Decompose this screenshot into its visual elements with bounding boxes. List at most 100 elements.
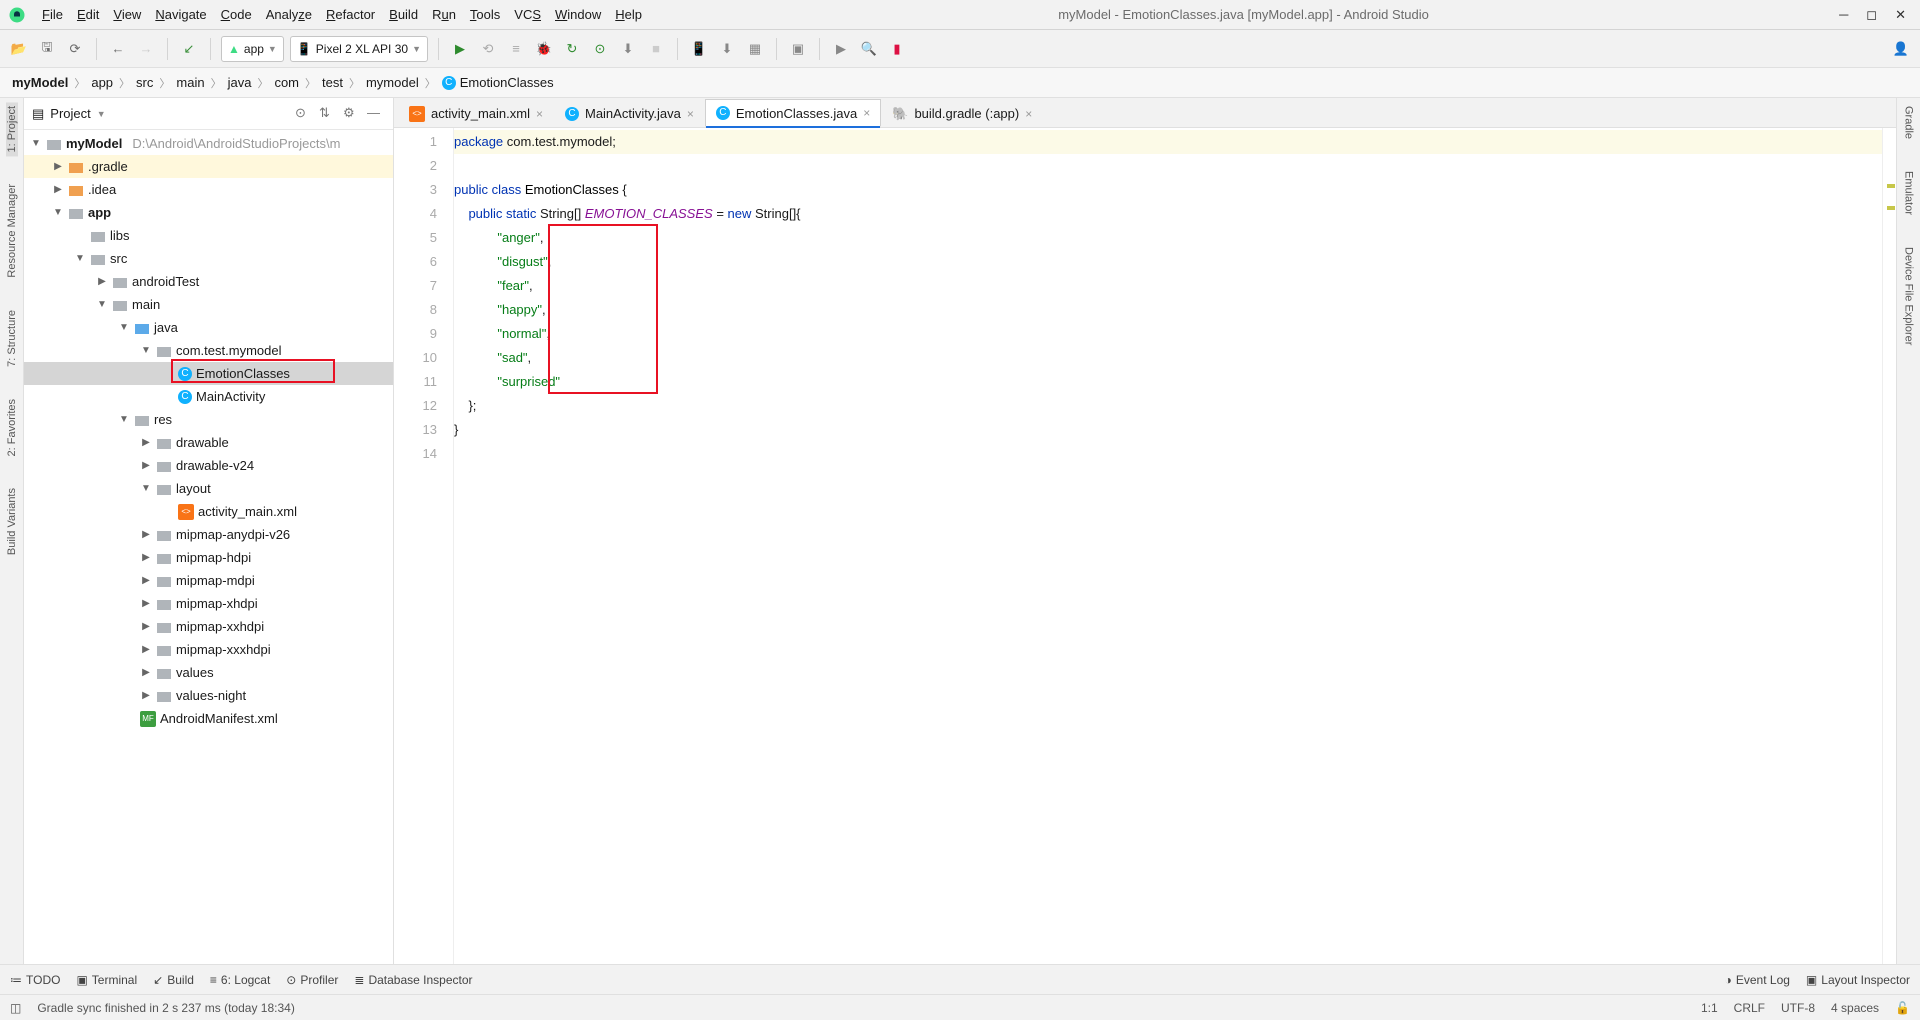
tree-mipmap-hdpi[interactable]: ▶mipmap-hdpi: [24, 546, 393, 569]
profile-icon[interactable]: ⊙: [589, 38, 611, 60]
back-icon[interactable]: ←: [107, 38, 129, 60]
tree-activity-main-xml[interactable]: <>activity_main.xml: [24, 500, 393, 523]
tree-java[interactable]: ▼java: [24, 316, 393, 339]
stop-icon[interactable]: ■: [645, 38, 667, 60]
tree-emotionclasses[interactable]: CEmotionClasses: [24, 362, 393, 385]
tab-mainactivity[interactable]: CMainActivity.java×: [554, 99, 705, 127]
crumb-app[interactable]: app: [91, 75, 113, 90]
project-tree[interactable]: ▼ myModel D:\Android\AndroidStudioProjec…: [24, 130, 393, 964]
tree-gradle[interactable]: ▶.gradle: [24, 155, 393, 178]
tree-root[interactable]: ▼ myModel D:\Android\AndroidStudioProjec…: [24, 132, 393, 155]
tree-drawable-v24[interactable]: ▶drawable-v24: [24, 454, 393, 477]
crumb-main[interactable]: main: [176, 75, 204, 90]
tool-structure[interactable]: 7: Structure: [6, 306, 18, 371]
crumb-root[interactable]: myModel: [12, 75, 68, 90]
menu-navigate[interactable]: Navigate: [149, 5, 212, 24]
tree-main[interactable]: ▼main: [24, 293, 393, 316]
status-indent[interactable]: 4 spaces: [1831, 1001, 1879, 1015]
tab-activity-main[interactable]: <>activity_main.xml×: [398, 99, 554, 127]
tree-manifest[interactable]: MFAndroidManifest.xml: [24, 707, 393, 730]
tool-build-variants[interactable]: Build Variants: [6, 484, 18, 559]
sync-icon[interactable]: ⟳: [64, 38, 86, 60]
tree-idea[interactable]: ▶.idea: [24, 178, 393, 201]
menu-vcs[interactable]: VCS: [508, 5, 547, 24]
code-editor[interactable]: package com.test.mymodel; public class E…: [454, 128, 1882, 964]
select-opened-file-icon[interactable]: ⊙: [295, 105, 313, 123]
menu-file[interactable]: File: [36, 5, 69, 24]
menu-code[interactable]: Code: [215, 5, 258, 24]
tool-profiler[interactable]: ⊙ Profiler: [286, 973, 338, 987]
attach-debugger-icon[interactable]: ⬇: [617, 38, 639, 60]
tree-package[interactable]: ▼com.test.mymodel: [24, 339, 393, 362]
tool-resource-manager[interactable]: Resource Manager: [6, 180, 18, 282]
dropdown-icon[interactable]: ▼: [97, 109, 106, 119]
menu-help[interactable]: Help: [609, 5, 648, 24]
crumb-com[interactable]: com: [274, 75, 299, 90]
apply-changes-icon[interactable]: ⟲: [477, 38, 499, 60]
user-icon[interactable]: 👤: [1890, 38, 1912, 60]
menu-refactor[interactable]: Refactor: [320, 5, 381, 24]
maximize-icon[interactable]: ◻: [1866, 7, 1877, 23]
crumb-class[interactable]: EmotionClasses: [460, 75, 554, 90]
settings-gear-icon[interactable]: ⚙: [343, 105, 361, 123]
tree-values-night[interactable]: ▶values-night: [24, 684, 393, 707]
tree-res[interactable]: ▼res: [24, 408, 393, 431]
tool-emulator[interactable]: Emulator: [1903, 167, 1915, 219]
status-visibility-icon[interactable]: ◫: [10, 1001, 21, 1015]
close-tab-icon[interactable]: ×: [1025, 107, 1032, 121]
tool-layout-inspector[interactable]: ▣ Layout Inspector: [1806, 973, 1910, 987]
tree-androidtest[interactable]: ▶androidTest: [24, 270, 393, 293]
tree-app[interactable]: ▼app: [24, 201, 393, 224]
menu-window[interactable]: Window: [549, 5, 607, 24]
crumb-test[interactable]: test: [322, 75, 343, 90]
tab-emotionclasses[interactable]: CEmotionClasses.java×: [705, 99, 881, 127]
crumb-mymodel[interactable]: mymodel: [366, 75, 419, 90]
close-tab-icon[interactable]: ×: [863, 106, 870, 120]
menu-build[interactable]: Build: [383, 5, 424, 24]
tree-mipmap-xxxhdpi[interactable]: ▶mipmap-xxxhdpi: [24, 638, 393, 661]
status-encoding[interactable]: UTF-8: [1781, 1001, 1815, 1015]
expand-all-icon[interactable]: ⇅: [319, 105, 337, 123]
crumb-java[interactable]: java: [228, 75, 252, 90]
status-caret-position[interactable]: 1:1: [1701, 1001, 1718, 1015]
forward-icon[interactable]: →: [135, 38, 157, 60]
layout-inspector-icon[interactable]: ▣: [787, 38, 809, 60]
minimize-icon[interactable]: ─: [1839, 7, 1848, 23]
tree-layout[interactable]: ▼layout: [24, 477, 393, 500]
tool-project[interactable]: 1: Project: [6, 102, 18, 156]
search-everywhere-icon[interactable]: 🔍: [858, 38, 880, 60]
status-line-separator[interactable]: CRLF: [1734, 1001, 1765, 1015]
debug-icon[interactable]: 🐞: [533, 38, 555, 60]
app-inspection-icon[interactable]: ▶: [830, 38, 852, 60]
menu-tools[interactable]: Tools: [464, 5, 506, 24]
close-tab-icon[interactable]: ×: [687, 107, 694, 121]
run-config-combo[interactable]: ▲ app ▼: [221, 36, 284, 62]
tool-db-inspector[interactable]: ≣ Database Inspector: [354, 973, 472, 987]
menu-analyze[interactable]: Analyze: [260, 5, 318, 24]
tree-src[interactable]: ▼src: [24, 247, 393, 270]
ide-errors-icon[interactable]: ▮: [886, 38, 908, 60]
tool-favorites[interactable]: 2: Favorites: [6, 395, 18, 460]
tool-device-file-explorer[interactable]: Device File Explorer: [1903, 243, 1915, 349]
resource-manager-icon[interactable]: ▦: [744, 38, 766, 60]
menu-edit[interactable]: Edit: [71, 5, 105, 24]
hide-panel-icon[interactable]: —: [367, 105, 385, 123]
tree-mipmap-anydpi[interactable]: ▶mipmap-anydpi-v26: [24, 523, 393, 546]
tree-values[interactable]: ▶values: [24, 661, 393, 684]
open-file-icon[interactable]: 📂: [8, 38, 30, 60]
close-tab-icon[interactable]: ×: [536, 107, 543, 121]
menu-view[interactable]: View: [107, 5, 147, 24]
tree-mipmap-xxhdpi[interactable]: ▶mipmap-xxhdpi: [24, 615, 393, 638]
close-icon[interactable]: ✕: [1895, 7, 1906, 23]
tool-todo[interactable]: ≔ TODO: [10, 973, 60, 987]
crumb-src[interactable]: src: [136, 75, 153, 90]
sdk-manager-icon[interactable]: ⬇: [716, 38, 738, 60]
tool-terminal[interactable]: ▣ Terminal: [76, 973, 137, 987]
tree-mainactivity[interactable]: CMainActivity: [24, 385, 393, 408]
coverage-icon[interactable]: ↻: [561, 38, 583, 60]
project-view-label[interactable]: Project: [50, 106, 90, 121]
apply-code-changes-icon[interactable]: ≡: [505, 38, 527, 60]
tool-gradle[interactable]: Gradle: [1903, 102, 1915, 143]
tab-build-gradle[interactable]: 🐘build.gradle (:app)×: [881, 99, 1043, 127]
menu-run[interactable]: Run: [426, 5, 462, 24]
